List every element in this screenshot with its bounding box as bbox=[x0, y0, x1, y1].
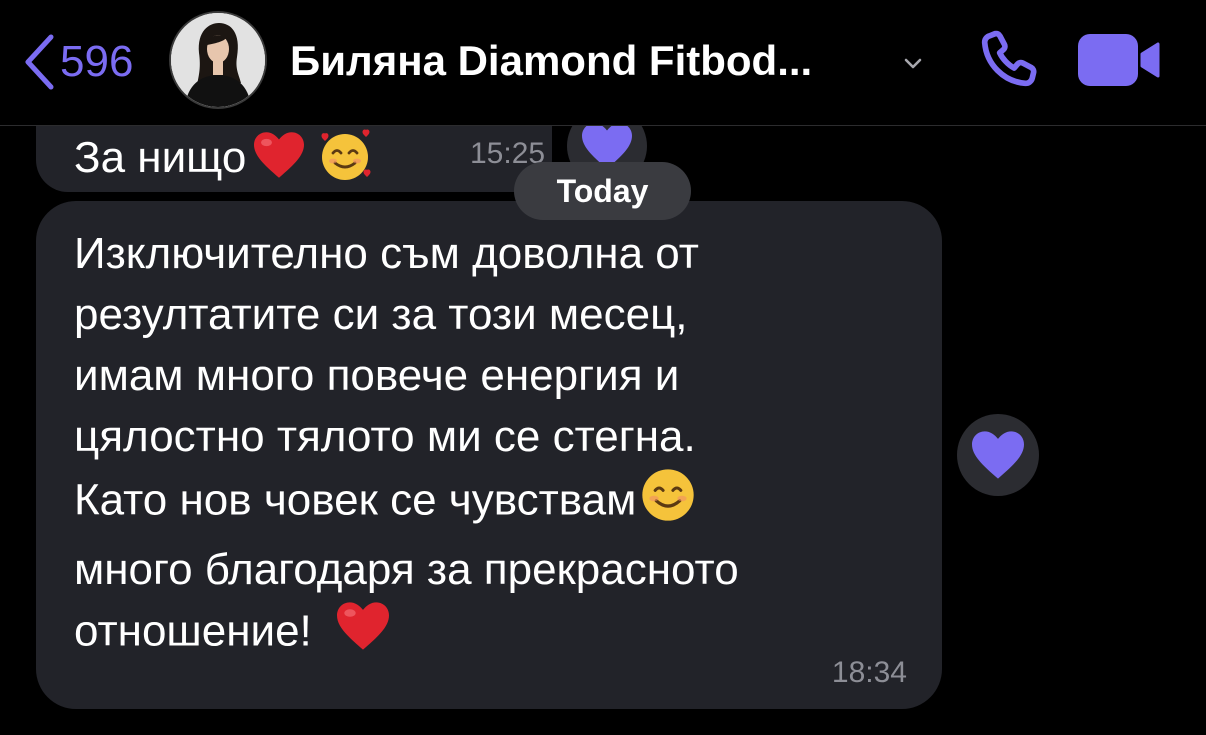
message-text-previous-content: За нищо bbox=[74, 133, 247, 183]
message-text-previous: За нищо bbox=[74, 127, 376, 194]
avatar[interactable] bbox=[171, 13, 265, 107]
contact-name[interactable]: Биляна Diamond Fitbod... bbox=[290, 36, 812, 86]
chevron-left-icon bbox=[25, 34, 54, 90]
phone-icon[interactable] bbox=[978, 28, 1040, 90]
red-heart-emoji-icon bbox=[334, 600, 392, 668]
purple-heart-icon bbox=[972, 431, 1024, 479]
unread-count: 596 bbox=[60, 37, 134, 86]
message-line: отношение! bbox=[74, 606, 312, 656]
video-camera-icon[interactable] bbox=[1076, 32, 1162, 88]
back-button[interactable]: 596 bbox=[22, 32, 133, 92]
message-line-with-emoji: отношение! bbox=[74, 600, 924, 668]
chevron-down-icon[interactable] bbox=[900, 54, 926, 72]
avatar-photo-icon bbox=[171, 13, 265, 107]
message-line: имам много повече енергия и bbox=[74, 351, 680, 400]
message-bubble-main[interactable]: Изключително съм доволна от резултатите … bbox=[36, 201, 942, 709]
smiling-face-emoji-icon bbox=[640, 467, 696, 539]
message-line: резултатите си за този месец, bbox=[74, 290, 688, 339]
message-line-with-emoji: Като нов човек се чувствам bbox=[74, 467, 924, 539]
chat-screen: За нищо 15:25 Today Изключително съм дов… bbox=[0, 0, 1206, 735]
chat-header: 596 Биляна Diamond Fitbod... bbox=[0, 0, 1206, 126]
message-text-main: Изключително съм доволна от резултатите … bbox=[74, 223, 924, 668]
message-line: много благодаря за прекрасното bbox=[74, 545, 739, 594]
message-line: цялостно тялото ми се стегна. bbox=[74, 412, 696, 461]
message-line: Изключително съм доволна от bbox=[74, 229, 699, 278]
reaction-button-main[interactable] bbox=[957, 414, 1039, 496]
message-line: Като нов човек се чувствам bbox=[74, 475, 637, 525]
message-time-main: 18:34 bbox=[831, 656, 907, 689]
date-separator: Today bbox=[514, 162, 691, 220]
red-heart-emoji-icon bbox=[248, 130, 310, 191]
smiling-face-with-hearts-emoji-icon bbox=[314, 127, 376, 194]
